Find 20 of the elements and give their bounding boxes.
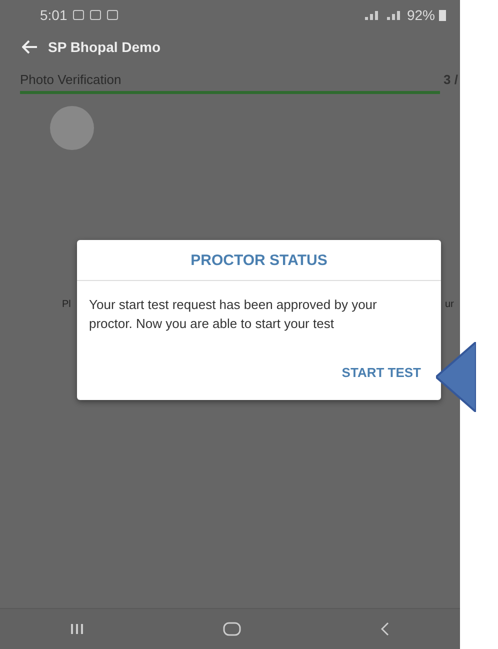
battery-percentage: 92% [406, 7, 435, 23]
photo-placeholder [50, 106, 94, 150]
back-arrow-icon[interactable] [22, 40, 38, 54]
background-text: ur [445, 299, 454, 310]
status-time: 5:01 [40, 7, 68, 23]
start-test-button[interactable]: START TEST [340, 363, 423, 382]
notification-icon [107, 10, 118, 20]
pointer-arrow-icon [436, 342, 476, 412]
recent-apps-icon[interactable] [70, 623, 84, 635]
notification-icon [73, 10, 84, 20]
home-icon[interactable] [222, 622, 241, 636]
back-icon[interactable] [380, 622, 390, 636]
dialog-message: Your start test request has been approved by your proctor. Now you are able to start your test [89, 296, 378, 333]
app-title: SP Bhopal Demo [48, 39, 161, 55]
background-text: Pl [62, 299, 71, 310]
dialog-title: PROCTOR STATUS [77, 240, 441, 281]
step-label: Photo Verification [20, 72, 122, 87]
notification-icon [90, 10, 102, 20]
battery-icon [439, 9, 446, 21]
signal-icon [362, 9, 403, 21]
